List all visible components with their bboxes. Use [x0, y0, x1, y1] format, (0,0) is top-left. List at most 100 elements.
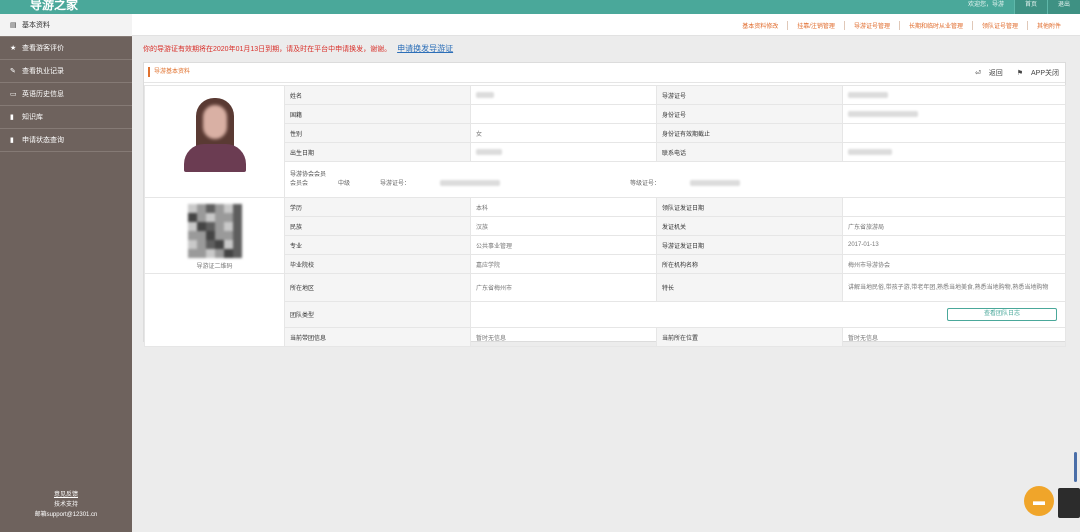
id-no-value: [842, 104, 1066, 124]
current-team-label: 当前带团信息: [284, 327, 471, 347]
chat-button[interactable]: ▬: [1024, 486, 1054, 516]
sidebar-item-basic-info[interactable]: ▤ 基本资料: [0, 14, 132, 37]
name-label: 姓名: [284, 85, 471, 105]
feedback-link[interactable]: 意见反馈: [0, 490, 132, 500]
gender-label: 性别: [284, 123, 471, 143]
book-icon: ▮: [10, 137, 14, 144]
doc-icon: ▤: [10, 22, 17, 29]
assoc-card-label: 导游证号：: [380, 180, 411, 187]
chat-icon: ▬: [1033, 494, 1045, 508]
subnav-link-guide-card[interactable]: 导游证号管理: [843, 21, 899, 30]
table-row: 导游证二维码 学历 本科 领队证发证日期: [144, 197, 1066, 274]
top-right-menu: 欢迎您，导游 首页 退出: [958, 0, 1080, 14]
specialty-label: 特长: [656, 273, 843, 302]
region-label: 所在地区: [284, 273, 471, 302]
return-label: 返回: [988, 70, 1003, 77]
region-value: 广东省梅州市: [470, 273, 657, 302]
return-icon: ⏎: [974, 70, 981, 77]
guide-no-value: [842, 85, 1066, 105]
phone-label: 联系电话: [656, 142, 843, 162]
welcome-text: 欢迎您，导游: [967, 2, 1004, 8]
team-type-cell: 查看团队日志: [470, 301, 1066, 328]
issuer-label: 发证机关: [656, 216, 843, 236]
assoc-label: 导游协会会员: [290, 171, 327, 178]
ethnicity-value: 汉族: [470, 216, 657, 236]
home-button[interactable]: 首页: [1013, 0, 1047, 14]
sidebar-item-label: 查看游客评价: [21, 45, 64, 52]
guide-info-table: 姓名 导游证号 国籍 身份证号 性别 女 身份证有效期截止 出生日期 联系电话 …: [144, 85, 1066, 347]
nationality-value: [470, 104, 657, 124]
agency-value: 梅州市导游协会: [842, 254, 1066, 274]
table-row: 所在地区 广东省梅州市 特长 讲解当地民俗,带孩子游,带老年团,熟悉当地美食,熟…: [144, 273, 1066, 347]
assoc-sub2: 中级: [338, 180, 351, 187]
phone-value: [842, 142, 1066, 162]
current-pos-value: 暂时无信息: [842, 327, 1066, 347]
apply-renewal-link[interactable]: 申请换发导游证: [397, 44, 453, 53]
specialty-value: 讲解当地民俗,带孩子游,带老年团,熟悉当地美食,熟悉当地购物,熟悉当地购物: [842, 273, 1066, 302]
gender-value: 女: [470, 123, 657, 143]
edit-icon: ✎: [10, 68, 16, 75]
panel-actions: ⏎ 返回 ⚑ APP关闭: [963, 68, 1059, 78]
sidebar-item-application-status[interactable]: ▮ 申请状态查询: [0, 129, 132, 152]
panel-title: 导游基本资料: [148, 67, 190, 77]
sidebar-item-knowledge[interactable]: ▮ 知识库: [0, 106, 132, 129]
current-team-value: 暂时无信息: [470, 327, 657, 347]
flag-icon: ⚑: [1016, 70, 1024, 77]
logout-button[interactable]: 退出: [1046, 0, 1080, 14]
leader-date-label: 领队证发证日期: [656, 197, 843, 217]
subnav-link-edit-info[interactable]: 基本资料修改: [733, 21, 787, 30]
avatar: [1058, 488, 1080, 518]
empty-left-cell: [144, 273, 285, 347]
id-no-label: 身份证号: [656, 104, 843, 124]
education-label: 学历: [284, 197, 471, 217]
app-close-label: APP关闭: [1030, 70, 1059, 77]
issuer-value: 广东省旅游局: [842, 216, 1066, 236]
portrait-cell: [144, 85, 285, 198]
birth-label: 出生日期: [284, 142, 471, 162]
expiry-notice: 你的导游证有效期将在2020年01月13日到期，请及时在平台中申请换发，谢谢。 …: [143, 43, 453, 54]
support-label: 技术支持: [53, 502, 78, 508]
sidebar: ▤ 基本资料 ★ 查看游客评价 ✎ 查看执业记录 ▭ 英语历史信息 ▮ 知识库 …: [0, 14, 132, 532]
subnav-link-employment[interactable]: 长期和临时从业管理: [898, 21, 972, 30]
subnav-link-affiliation[interactable]: 挂靠/注销管理: [787, 21, 844, 30]
id-valid-value: [842, 123, 1066, 143]
school-label: 毕业院校: [284, 254, 471, 274]
sidebar-item-practice-records[interactable]: ✎ 查看执业记录: [0, 60, 132, 83]
major-label: 专业: [284, 235, 471, 255]
app-title: 导游之家: [30, 0, 79, 12]
subnav-link-attachments[interactable]: 其他附件: [1026, 21, 1070, 30]
guide-photo: [183, 98, 246, 174]
issue-date-value: 2017-01-13: [842, 235, 1066, 255]
sidebar-item-visitor-reviews[interactable]: ★ 查看游客评价: [0, 37, 132, 60]
current-pos-label: 当前所在位置: [656, 327, 843, 347]
sidebar-item-label: 申请状态查询: [21, 137, 64, 144]
issue-date-label: 导游证发证日期: [656, 235, 843, 255]
sidebar-item-label: 英语历史信息: [21, 91, 64, 98]
nationality-label: 国籍: [284, 104, 471, 124]
subnav-link-leader-card[interactable]: 领队证号管理: [971, 21, 1027, 30]
notice-text: 你的导游证有效期将在2020年01月13日到期，请及时在平台中申请换发，谢谢。: [143, 46, 392, 53]
qr-caption: 导游证二维码: [196, 264, 233, 270]
sidebar-item-label: 基本资料: [21, 22, 50, 29]
panel-header: 导游基本资料 ⏎ 返回 ⚑ APP关闭: [144, 63, 1065, 83]
education-value: 本科: [470, 197, 657, 217]
top-bar: 导游之家 欢迎您，导游 首页 退出: [0, 0, 1080, 14]
sidebar-item-history[interactable]: ▭ 英语历史信息: [0, 83, 132, 106]
page-scrollbar[interactable]: [1074, 452, 1077, 482]
birth-value: [470, 142, 657, 162]
app-close-button[interactable]: ⚑ APP关闭: [1011, 70, 1059, 77]
book-icon: ▮: [10, 114, 14, 121]
qr-cell: 导游证二维码: [144, 197, 285, 274]
return-button[interactable]: ⏎ 返回: [969, 70, 1003, 77]
assoc-sub1: 会员会: [290, 180, 309, 187]
sidebar-item-label: 查看执业记录: [21, 68, 64, 75]
sidebar-footer: 意见反馈 技术支持 邮箱support@12301.cn: [0, 490, 132, 520]
sub-navigation: 基本资料修改 挂靠/注销管理 导游证号管理 长期和临时从业管理 领队证号管理 其…: [132, 14, 1080, 36]
guide-info-panel: 导游基本资料 ⏎ 返回 ⚑ APP关闭 姓名 导游证号 国籍 身份证号 性别 女…: [143, 62, 1066, 347]
star-icon: ★: [10, 45, 17, 52]
view-team-log-button[interactable]: 查看团队日志: [947, 308, 1057, 321]
guide-no-label: 导游证号: [656, 85, 843, 105]
sidebar-item-label: 知识库: [21, 114, 43, 121]
subnav-links: 基本资料修改 挂靠/注销管理 导游证号管理 长期和临时从业管理 领队证号管理 其…: [733, 21, 1070, 30]
leader-date-value: [842, 197, 1066, 217]
